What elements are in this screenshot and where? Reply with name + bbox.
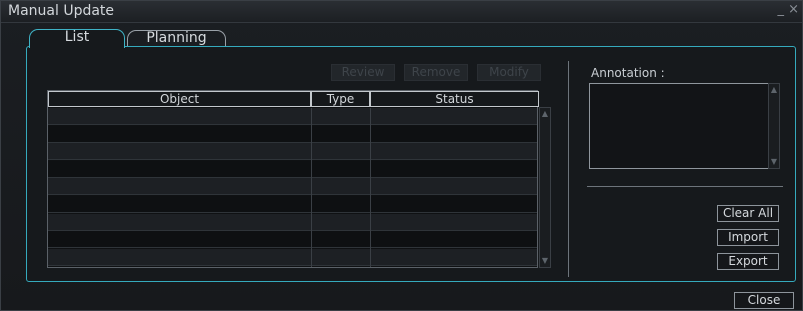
object-table: Object Type Status [47, 90, 539, 268]
column-header-status[interactable]: Status [370, 91, 539, 107]
scroll-down-icon[interactable]: ▼ [770, 158, 778, 166]
tab-planning[interactable]: Planning [127, 30, 226, 47]
scroll-up-icon[interactable]: ▲ [770, 86, 778, 94]
table-row[interactable] [48, 248, 537, 266]
manual-update-window: Manual Update _ × List Planning Review R… [0, 0, 803, 311]
table-scrollbar[interactable]: ▲ ▼ [539, 107, 551, 268]
column-divider [370, 108, 371, 267]
remove-button[interactable]: Remove [404, 64, 468, 81]
table-row[interactable] [48, 125, 537, 143]
import-button[interactable]: Import [717, 229, 779, 246]
annotation-textarea[interactable] [589, 83, 769, 169]
column-divider [311, 108, 312, 267]
export-button[interactable]: Export [717, 253, 779, 270]
table-row[interactable] [48, 178, 537, 196]
scroll-down-icon[interactable]: ▼ [541, 257, 549, 265]
annotation-divider [587, 186, 783, 187]
table-row[interactable] [48, 143, 537, 161]
table-row[interactable] [48, 108, 537, 125]
table-row[interactable] [48, 196, 537, 213]
tab-list[interactable]: List [29, 29, 125, 48]
section-divider [568, 61, 569, 277]
window-controls-icon[interactable]: _ × [777, 2, 799, 17]
annotation-scrollbar[interactable]: ▲ ▼ [768, 83, 780, 169]
modify-button[interactable]: Modify [477, 64, 541, 81]
table-row[interactable] [48, 231, 537, 249]
scroll-up-icon[interactable]: ▲ [541, 110, 549, 118]
table-row[interactable] [48, 213, 537, 231]
window-title: Manual Update [8, 3, 115, 19]
clear-all-button[interactable]: Clear All [717, 205, 779, 222]
close-button[interactable]: Close [734, 292, 794, 309]
table-row[interactable] [48, 160, 537, 178]
annotation-label: Annotation : [591, 66, 665, 80]
table-body [48, 108, 537, 267]
table-header: Object Type Status [48, 91, 539, 108]
column-header-object[interactable]: Object [48, 91, 311, 107]
title-bar[interactable]: Manual Update _ × [1, 1, 802, 23]
review-button[interactable]: Review [331, 64, 395, 81]
column-header-type[interactable]: Type [311, 91, 370, 107]
